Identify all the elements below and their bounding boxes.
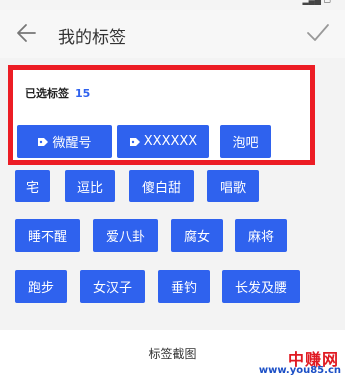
tag-chip[interactable]: 睡不醒 (15, 219, 80, 252)
tag-icon (38, 137, 49, 146)
tag-chip[interactable]: 宅 (15, 170, 50, 202)
status-icons: ▂▄▆ ▭ (302, 0, 331, 5)
tag-chip[interactable]: 傻白甜 (129, 170, 194, 202)
tag-chip[interactable]: 逗比 (65, 170, 115, 202)
available-tags: 宅 逗比 傻白甜 唱歌 睡不醒 爱八卦 腐女 麻将 跑步 女汉子 垂钓 长发及腰 (0, 165, 345, 325)
confirm-button[interactable] (305, 21, 331, 45)
watermark-url: www.you85.cn (258, 365, 341, 376)
tag-label: 逗比 (76, 180, 103, 196)
tag-label: 女汉子 (92, 281, 132, 296)
tag-label: 睡不醒 (27, 230, 67, 245)
selected-tag-chip[interactable]: XXXXXX (117, 125, 209, 158)
tag-chip[interactable]: 女汉子 (80, 270, 145, 303)
tag-chip[interactable]: 长发及腰 (222, 270, 300, 303)
selected-tag-label: XXXXXX (143, 134, 198, 149)
watermark: 中赚网 www.you85.cn (253, 346, 343, 380)
tag-chip[interactable]: 垂钓 (158, 270, 210, 303)
tag-label: 宅 (25, 180, 39, 196)
tag-label: 傻白甜 (141, 180, 181, 196)
selected-tag-chip[interactable]: 微醒号 (17, 125, 112, 158)
tag-label: 长发及腰 (234, 281, 287, 296)
tag-chip[interactable]: 跑步 (15, 270, 67, 303)
tag-chip[interactable]: 腐女 (171, 219, 223, 252)
tag-icon (129, 137, 140, 146)
tag-label: 麻将 (247, 230, 274, 245)
tag-chip[interactable]: 爱八卦 (93, 219, 158, 252)
selected-tag-label: 微醒号 (52, 136, 92, 151)
tag-label: 爱八卦 (105, 230, 145, 245)
check-icon (307, 24, 329, 41)
selected-tag-chip[interactable]: 泡吧 (220, 125, 271, 158)
app-screen: 我的标签 已选标签 15 微醒号 XXXXXX 泡吧 宅 逗比 傻白甜 唱歌 睡不… (0, 10, 345, 330)
page-title: 我的标签 (58, 28, 126, 48)
tag-label: 垂钓 (170, 281, 197, 296)
tag-chip[interactable]: 唱歌 (207, 170, 259, 202)
status-bar: ▂▄▆ ▭ (0, 0, 345, 10)
top-bar: 我的标签 (0, 10, 345, 58)
selected-tags-count: 15 (75, 87, 91, 100)
selected-tag-label: 泡吧 (232, 136, 259, 151)
tag-label: 腐女 (183, 230, 210, 245)
selected-tags-label: 已选标签 (25, 87, 69, 100)
selected-tags-header: 已选标签 15 (25, 85, 90, 101)
back-button[interactable] (15, 20, 39, 46)
selected-tags-panel: 已选标签 15 微醒号 XXXXXX 泡吧 (8, 65, 315, 165)
back-arrow-icon (17, 24, 36, 42)
tag-label: 唱歌 (219, 180, 246, 196)
tag-label: 跑步 (27, 281, 54, 296)
tag-chip[interactable]: 麻将 (235, 219, 287, 252)
